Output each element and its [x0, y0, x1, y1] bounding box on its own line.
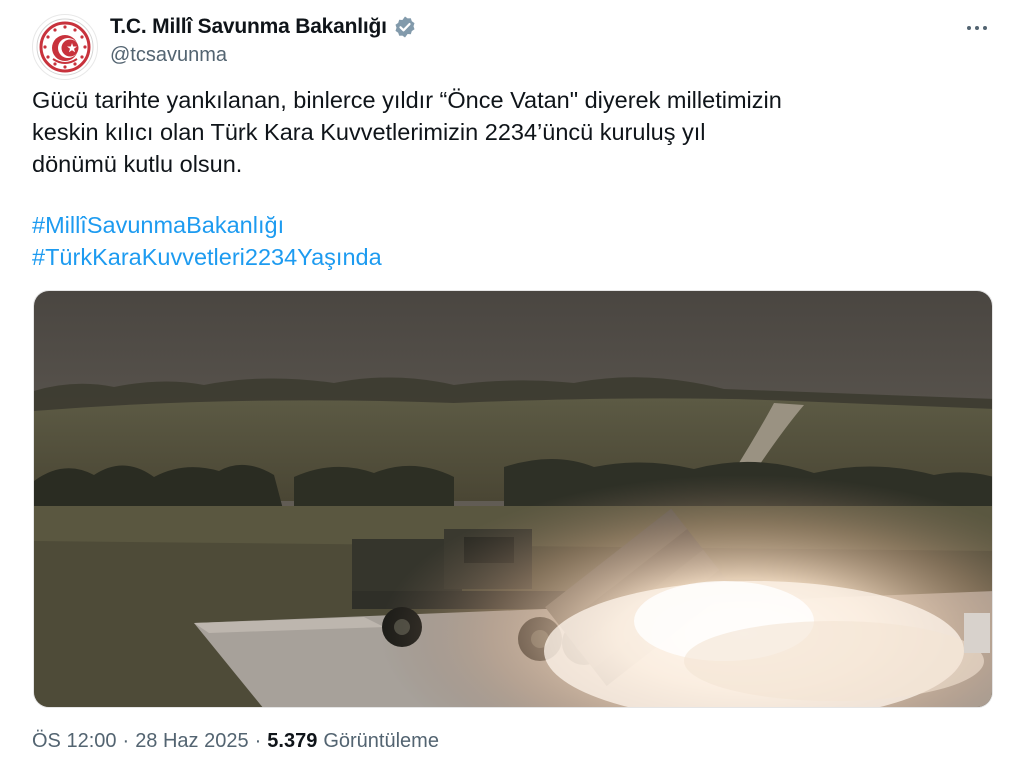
display-name-row: T.C. Millî Savunma Bakanlığı	[110, 14, 417, 40]
more-dot	[975, 26, 979, 30]
tweet-meta: ÖS 12:00 · 28 Haz 2025 · 5.379 Görüntüle…	[32, 730, 439, 753]
more-options-icon[interactable]	[962, 18, 992, 38]
tweet-text: Gücü tarihte yankılanan, binlerce yıldır…	[32, 84, 1002, 180]
more-dot	[967, 26, 971, 30]
ministry-emblem-icon	[36, 18, 94, 76]
tweet-text-line: Gücü tarihte yankılanan, binlerce yıldır…	[32, 87, 782, 113]
tweet-header: T.C. Millî Savunma Bakanlığı @tcsavunma	[30, 12, 994, 80]
tweet-text-line: dönümü kutlu olsun.	[32, 151, 243, 177]
tweet-text-line: keskin kılıcı olan Türk Kara Kuvvetlerim…	[32, 119, 706, 145]
tweet-date[interactable]: 28 Haz 2025	[135, 730, 248, 753]
verified-badge-icon[interactable]	[393, 15, 417, 39]
hashtag-link[interactable]: #TürkKaraKuvvetleri2234Yaşında	[32, 241, 382, 273]
views-count: 5.379	[267, 730, 318, 752]
tweet-media-photo[interactable]	[33, 290, 993, 708]
more-dot	[983, 26, 987, 30]
hashtag-list: #MillîSavunmaBakanlığı #TürkKaraKuvvetle…	[32, 209, 382, 273]
tweet-time[interactable]: ÖS 12:00	[32, 730, 117, 753]
views-label: Görüntüleme	[323, 730, 439, 752]
account-handle[interactable]: @tcsavunma	[110, 44, 417, 67]
hashtag-link[interactable]: #MillîSavunmaBakanlığı	[32, 209, 382, 241]
tweet-card: T.C. Millî Savunma Bakanlığı @tcsavunma …	[0, 0, 1024, 768]
meta-separator: ·	[254, 730, 262, 752]
avatar[interactable]	[32, 14, 98, 80]
rocket-launcher-photo	[34, 291, 992, 707]
account-names: T.C. Millî Savunma Bakanlığı @tcsavunma	[110, 14, 417, 67]
display-name[interactable]: T.C. Millî Savunma Bakanlığı	[110, 15, 387, 39]
meta-separator: ·	[122, 730, 130, 752]
